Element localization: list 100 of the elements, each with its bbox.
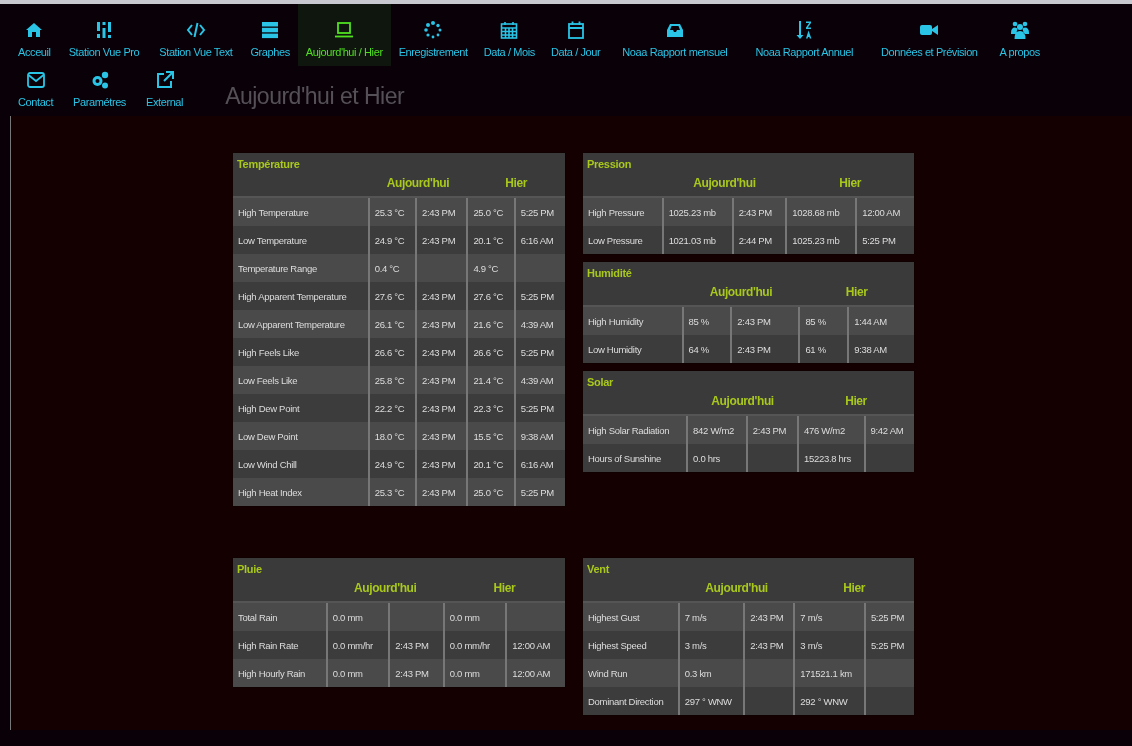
laptop-icon bbox=[334, 20, 355, 40]
column-heading: Hier bbox=[493, 581, 516, 595]
envelope-icon bbox=[25, 70, 46, 90]
row-label: Low Humidity bbox=[583, 335, 683, 363]
column-heading: Hier bbox=[505, 176, 528, 190]
table-cell: 20.1 °C bbox=[467, 450, 515, 478]
table-cell: 2:43 PM bbox=[416, 282, 468, 310]
table-cell: 2:43 PM bbox=[416, 422, 468, 450]
table-cell: 25.0 °C bbox=[467, 197, 515, 226]
table-cell: 476 W/m2 bbox=[798, 415, 865, 444]
table-cell: 12:00 AM bbox=[856, 197, 914, 226]
table-cell: 24.9 °C bbox=[368, 450, 416, 478]
table-cell: 1025.23 mb bbox=[786, 226, 857, 254]
nav-item[interactable]: Data / Jour bbox=[542, 4, 609, 66]
table-cell: 25.8 °C bbox=[368, 366, 416, 394]
table-cell: 0.0 mm bbox=[443, 602, 507, 631]
row-label: High Apparent Temperature bbox=[233, 282, 369, 310]
row-label: Temperature Range bbox=[233, 254, 369, 282]
row-label: Low Apparent Temperature bbox=[233, 310, 369, 338]
table-cell: 26.6 °C bbox=[467, 338, 515, 366]
column-heading: Aujourd'hui bbox=[693, 176, 756, 190]
column-heading: Aujourd'hui bbox=[386, 176, 450, 190]
nav-item[interactable]: Noaa Rapport Annuel bbox=[741, 4, 867, 66]
table-cell: 2:43 PM bbox=[416, 450, 468, 478]
row-label: Hours of Sunshine bbox=[583, 444, 688, 472]
table-cell: 7 m/s bbox=[678, 602, 745, 631]
table-cell: 0.4 °C bbox=[368, 254, 416, 282]
column-heading: Aujourd'hui bbox=[709, 285, 773, 299]
table-cell: 1028.68 mb bbox=[786, 197, 857, 226]
nav-item[interactable]: Paramétres bbox=[63, 66, 136, 116]
table-cell: 3 m/s bbox=[678, 631, 745, 659]
row-label: High Humidity bbox=[583, 306, 683, 335]
table-cell: 5:25 PM bbox=[514, 338, 565, 366]
panel-title: Humidité bbox=[587, 267, 633, 279]
table-cell: 3 m/s bbox=[794, 631, 865, 659]
code-icon bbox=[185, 20, 206, 40]
row-label: Highest Speed bbox=[583, 631, 679, 659]
column-heading: Aujourd'hui bbox=[711, 394, 774, 408]
table-cell: 2:43 PM bbox=[389, 631, 444, 659]
row-label: Dominant Direction bbox=[583, 687, 679, 715]
table-cell: 9:38 AM bbox=[848, 335, 914, 363]
nav-item[interactable]: Contact bbox=[10, 66, 64, 116]
table-cell: 2:43 PM bbox=[731, 335, 800, 363]
nav-item[interactable]: A propos bbox=[991, 4, 1048, 66]
nav-item[interactable]: Données et Prévision bbox=[867, 4, 992, 66]
table-cell: 18.0 °C bbox=[368, 422, 416, 450]
row-label: High Heat Index bbox=[233, 478, 369, 506]
table-cell: 27.6 °C bbox=[467, 282, 515, 310]
row-label: Low Feels Like bbox=[233, 366, 369, 394]
table-cell: 1021.03 mb bbox=[662, 226, 733, 254]
row-label: High Dew Point bbox=[233, 394, 369, 422]
panel-title: Pluie bbox=[237, 563, 263, 575]
table-cell: 12:00 AM bbox=[506, 659, 565, 687]
row-label: High Feels Like bbox=[233, 338, 369, 366]
row-label: High Hourly Rain bbox=[233, 659, 327, 687]
column-heading: Aujourd'hui bbox=[705, 581, 768, 595]
table-cell: 2:43 PM bbox=[416, 366, 468, 394]
table-cell: 5:25 PM bbox=[514, 197, 565, 226]
nav-item[interactable]: Station Vue Text bbox=[149, 4, 243, 66]
sliders-icon bbox=[94, 20, 114, 40]
nav-item[interactable]: External bbox=[135, 66, 194, 116]
table-cell: 2:44 PM bbox=[732, 226, 787, 254]
table-cell: 12:00 AM bbox=[506, 631, 565, 659]
column-heading: Aujourd'hui bbox=[354, 581, 417, 595]
nav-item[interactable]: Noaa Rapport mensuel bbox=[608, 4, 742, 66]
table-cell: 5:25 PM bbox=[856, 226, 914, 254]
panel-title: Pression bbox=[587, 158, 633, 170]
panel-title: Température bbox=[237, 158, 301, 170]
row-label: High Pressure bbox=[583, 197, 663, 226]
row-label: Total Rain bbox=[233, 602, 327, 631]
nav-item[interactable]: Enregistrement bbox=[390, 4, 476, 66]
table-cell: 0.0 hrs bbox=[687, 444, 747, 472]
table-cell: 22.2 °C bbox=[368, 394, 416, 422]
row-label: Highest Gust bbox=[583, 602, 679, 631]
table-cell: 5:25 PM bbox=[864, 631, 914, 659]
table-cell: 2:43 PM bbox=[746, 415, 798, 444]
table-cell: 0.0 mm/hr bbox=[326, 631, 390, 659]
table-cell: 15.5 °C bbox=[467, 422, 515, 450]
panel-title: Solar bbox=[587, 376, 614, 388]
page-title: Aujourd'hui et Hier bbox=[225, 83, 405, 110]
table-cell: 2:43 PM bbox=[416, 197, 468, 226]
nav-item[interactable]: Graphes bbox=[242, 4, 298, 66]
nav-item[interactable]: Acceuil bbox=[10, 4, 59, 66]
column-heading: Hier bbox=[843, 581, 866, 595]
table-cell: 171521.1 km bbox=[794, 659, 865, 687]
row-label: High Temperature bbox=[233, 197, 369, 226]
nav-item[interactable]: Data / Mois bbox=[475, 4, 543, 66]
table-cell: 4:39 AM bbox=[514, 310, 565, 338]
column-heading: Hier bbox=[845, 394, 867, 408]
table-cell: 2:43 PM bbox=[389, 659, 444, 687]
table-cell: 2:43 PM bbox=[744, 602, 795, 631]
table-cell: 6:16 AM bbox=[514, 226, 565, 254]
calendar-icon bbox=[565, 20, 586, 40]
table-cell: 5:25 PM bbox=[514, 282, 565, 310]
row-label: Low Dew Point bbox=[233, 422, 369, 450]
table-cell: 26.1 °C bbox=[368, 310, 416, 338]
table-cell: 2:43 PM bbox=[416, 394, 468, 422]
table-cell: 2:43 PM bbox=[732, 197, 787, 226]
nav-item[interactable]: Aujourd'hui / Hier bbox=[297, 4, 391, 66]
nav-item[interactable]: Station Vue Pro bbox=[58, 4, 150, 66]
